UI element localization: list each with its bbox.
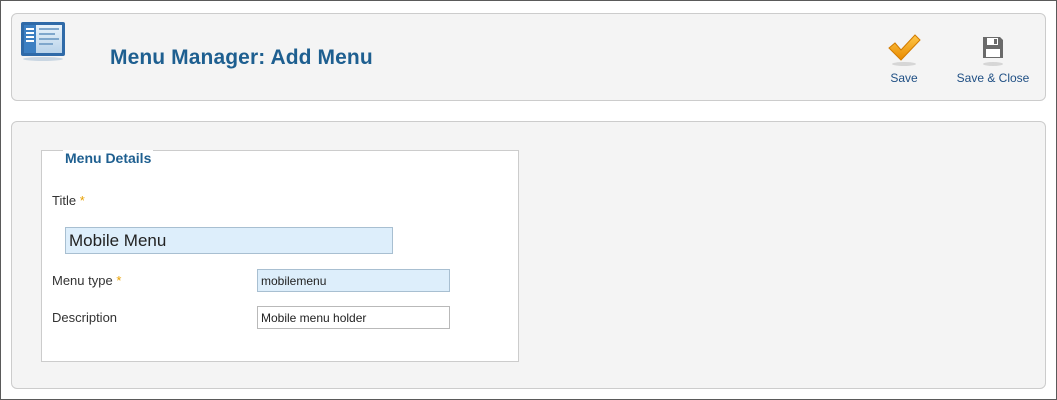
save-close-label: Save & Close	[956, 71, 1030, 85]
required-marker: *	[79, 193, 85, 208]
title-input[interactable]	[65, 227, 393, 254]
floppy-disk-icon	[983, 37, 1003, 66]
page-title: Menu Manager: Add Menu	[110, 46, 373, 69]
save-close-button[interactable]: Save & Close	[944, 33, 1042, 85]
description-input[interactable]	[257, 306, 450, 329]
save-label: Save	[890, 71, 918, 85]
menu-type-label-text: Menu type	[52, 273, 113, 288]
save-button[interactable]: Save	[882, 33, 926, 85]
checkmark-icon	[888, 34, 921, 66]
menu-type-input[interactable]	[257, 269, 450, 292]
menu-type-label: Menu type *	[52, 273, 121, 288]
title-label-text: Title	[52, 193, 77, 208]
description-label: Description	[52, 310, 118, 325]
menu-details-fieldset	[41, 150, 519, 362]
menu-manager-icon	[21, 22, 65, 61]
title-label: Title *	[52, 193, 85, 208]
required-marker: *	[116, 273, 122, 288]
menu-details-legend: Menu Details	[63, 150, 154, 166]
